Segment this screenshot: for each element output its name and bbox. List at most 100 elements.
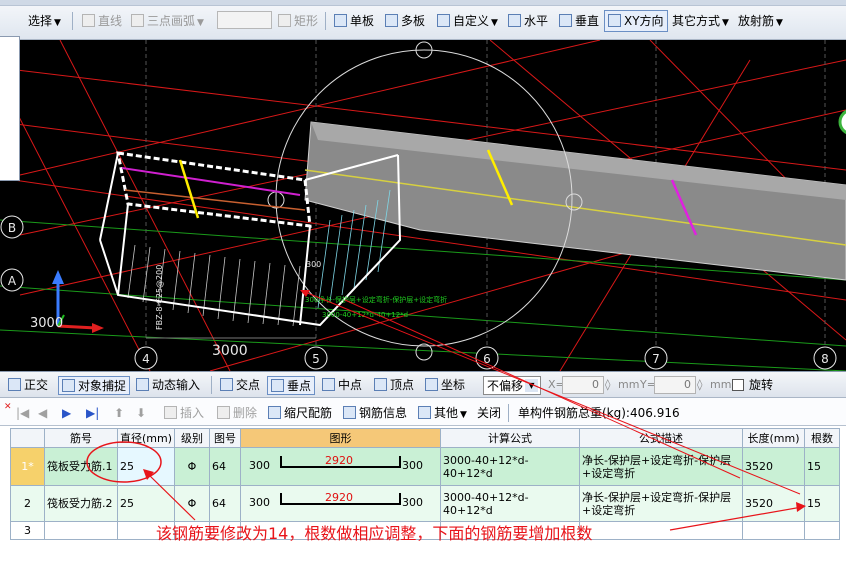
vertex-snap[interactable]: 顶点: [374, 376, 414, 395]
green-formula-desc: 300净长-保护层+设定弯折-保护层+设定弯折: [305, 295, 447, 304]
other-ways-button[interactable]: 其它方式 ▼: [672, 11, 729, 31]
close-panel-icon[interactable]: ✕: [4, 398, 12, 416]
scale-rebar-button[interactable]: 缩尺配筋: [268, 404, 332, 422]
single-board-button[interactable]: 单板: [334, 11, 374, 31]
rotate-label: 旋转: [749, 378, 774, 392]
vertical-button[interactable]: 垂直: [559, 11, 599, 31]
cell-formula[interactable]: 3000-40+12*d-40+12*d: [440, 485, 580, 522]
shape-mid-length: 2920: [325, 491, 353, 504]
chevron-down-icon[interactable]: ▼: [460, 410, 467, 420]
ortho-toggle[interactable]: 正交: [8, 376, 48, 395]
rebar-info-label: 钢筋信息: [359, 406, 408, 420]
dynamic-input-label: 动态输入: [152, 378, 201, 392]
custom-button[interactable]: 自定义 ▼: [437, 11, 498, 31]
intersection-snap[interactable]: 交点: [220, 376, 260, 395]
chevron-down-icon[interactable]: ▼: [197, 18, 204, 28]
cell-name[interactable]: 筏板受力筋.2: [44, 485, 118, 522]
y-unit: mm: [710, 378, 732, 391]
rect-button[interactable]: 矩形: [278, 11, 318, 31]
row-number[interactable]: 2: [10, 485, 45, 522]
cell-desc[interactable]: 净长-保护层+设定弯折-保护层+设定弯折: [579, 447, 743, 486]
chevron-down-icon[interactable]: ▼: [491, 18, 498, 28]
object-snap-label: 对象捕捉: [78, 379, 127, 393]
left-side-panel[interactable]: [0, 36, 20, 181]
insert-button[interactable]: 插入: [164, 404, 204, 422]
right-edge-grip[interactable]: [838, 109, 846, 135]
axis-label-a: A: [8, 274, 17, 288]
y-input[interactable]: 0: [654, 376, 696, 394]
rotate-checkbox[interactable]: 旋转: [732, 376, 773, 395]
xy-direction-icon: [608, 14, 621, 27]
multi-board-button[interactable]: 多板: [385, 11, 425, 31]
cell-grade[interactable]: Φ: [174, 485, 210, 522]
coordinate-snap[interactable]: 坐标: [425, 376, 465, 395]
cell-diameter[interactable]: 25: [117, 485, 175, 522]
rebar-info-icon: [343, 406, 356, 419]
dynamic-input-toggle[interactable]: 动态输入: [136, 376, 200, 395]
checkbox-icon[interactable]: [732, 379, 744, 391]
cell-fig[interactable]: 64: [209, 447, 241, 486]
multi-board-icon: [385, 14, 398, 27]
cell-fig[interactable]: 64: [209, 485, 241, 522]
chevron-down-icon[interactable]: ▼: [54, 18, 61, 28]
object-snap-toggle[interactable]: 对象捕捉: [58, 376, 131, 395]
cell-count[interactable]: 15: [804, 485, 840, 522]
arc-options-dropdown[interactable]: [217, 11, 272, 29]
multi-board-label: 多板: [401, 14, 426, 28]
axis-label-8: 8: [821, 352, 829, 366]
cell-shape[interactable]: 300 2920 300: [240, 485, 441, 522]
select-button[interactable]: 选择 ▼: [28, 11, 61, 31]
close-button[interactable]: 关闭: [477, 404, 501, 422]
total-weight-value: 406.916: [629, 406, 680, 420]
cell-count[interactable]: [804, 521, 840, 540]
snap-toolbar: 正交 对象捕捉 动态输入 交点 垂点 中点 顶点 坐标 不偏移 ▼ X= 0 ◊ …: [0, 371, 846, 398]
table-row[interactable]: 1* 筏板受力筋.1 25 Φ 64 300 2920 300 3000-40+…: [10, 447, 840, 486]
last-record-icon[interactable]: ▶|: [86, 404, 99, 422]
first-record-icon[interactable]: |◀: [16, 404, 29, 422]
rebar-grid: 筋号 直径(mm) 级别 图号 图形 计算公式 公式描述 长度(mm) 根数 1…: [0, 426, 846, 575]
cell-count[interactable]: 15: [804, 447, 840, 486]
cell-length[interactable]: 3520: [742, 447, 805, 486]
cell-length[interactable]: [742, 521, 805, 540]
offset-mode-select[interactable]: 不偏移 ▼: [483, 376, 541, 395]
midpoint-snap[interactable]: 中点: [322, 376, 362, 395]
three-point-arc-button[interactable]: 三点画弧 ▼: [131, 11, 204, 31]
cell-desc[interactable]: 净长-保护层+设定弯折-保护层+设定弯折: [579, 485, 743, 522]
horizontal-button[interactable]: 水平: [508, 11, 548, 31]
delete-button[interactable]: 删除: [217, 404, 257, 422]
radial-rebar-button[interactable]: 放射筋 ▼: [738, 11, 783, 31]
midpoint-icon: [322, 378, 335, 391]
rebar-info-button[interactable]: 钢筋信息: [343, 404, 407, 422]
prev-record-icon[interactable]: ◀: [38, 404, 47, 422]
next-record-icon[interactable]: ▶: [62, 404, 71, 422]
col-header-formula: 计算公式: [440, 428, 580, 448]
row-number[interactable]: 1*: [10, 447, 45, 486]
scale-rebar-icon: [268, 406, 281, 419]
cell-diameter[interactable]: 25: [117, 447, 175, 486]
cell-formula[interactable]: 3000-40+12*d-40+12*d: [440, 447, 580, 486]
cell-desc[interactable]: [579, 521, 743, 540]
x-input[interactable]: 0: [562, 376, 604, 394]
x-axis: [57, 324, 97, 330]
table-row[interactable]: 2 筏板受力筋.2 25 Φ 64 300 2920 300 3000-40+1…: [10, 485, 840, 522]
cell-grade[interactable]: Φ: [174, 447, 210, 486]
single-board-label: 单板: [350, 14, 375, 28]
spin-icon[interactable]: ◊: [605, 378, 610, 391]
cell-name[interactable]: 筏板受力筋.1: [44, 447, 118, 486]
chevron-down-icon[interactable]: ▼: [776, 18, 783, 28]
drawing-canvas[interactable]: B A 4 5 6 7 8 3000 3000 300 FBZ-8-C25@20…: [0, 40, 846, 371]
cell-name[interactable]: [44, 521, 118, 540]
cell-length[interactable]: 3520: [742, 485, 805, 522]
move-down-icon[interactable]: ⬇: [136, 404, 146, 422]
perpendicular-snap[interactable]: 垂点: [267, 376, 316, 395]
chevron-down-icon[interactable]: ▼: [525, 379, 538, 392]
chevron-down-icon[interactable]: ▼: [722, 18, 729, 28]
line-button[interactable]: 直线: [82, 11, 122, 31]
cell-shape[interactable]: 300 2920 300: [240, 447, 441, 486]
xy-direction-button[interactable]: XY方向: [604, 10, 668, 32]
snapbar-divider: [211, 376, 212, 394]
spin-icon[interactable]: ◊: [697, 378, 702, 391]
row-number[interactable]: 3: [10, 521, 45, 540]
move-up-icon[interactable]: ⬆: [114, 404, 124, 422]
other-button[interactable]: 其他 ▼: [418, 404, 467, 422]
